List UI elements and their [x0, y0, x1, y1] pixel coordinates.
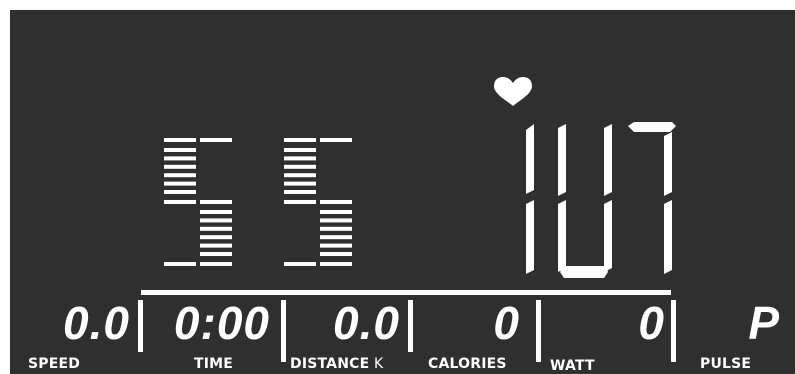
program-digit-1: [164, 138, 232, 266]
heart-icon: [494, 77, 532, 106]
program-level-display: [164, 138, 352, 266]
distance-value: 0.0: [333, 297, 400, 349]
pulse-value: P: [748, 297, 780, 349]
display-separator-line: [141, 290, 671, 295]
divider-watt-pulse: [671, 300, 676, 362]
watt-label: WATT: [550, 358, 595, 374]
speed-value: 0.0: [63, 297, 130, 349]
lcd-console-display: 55 107 0.0 0:00 0.0 0 0 P: [10, 10, 795, 374]
divider-speed-time: [138, 300, 143, 352]
divider-distance-calories: [408, 300, 413, 352]
time-value: 0:00: [173, 297, 270, 349]
distance-label: DISTANCE: [290, 356, 370, 372]
divider-time-distance: [281, 300, 286, 362]
calories-value: 0: [493, 297, 520, 349]
program-digit-2: [284, 138, 352, 266]
calories-label: CALORIES: [428, 356, 507, 372]
speed-label: SPEED: [28, 356, 81, 372]
watt-value: 0: [638, 297, 665, 349]
pulse-digit-1: [526, 124, 534, 274]
pulse-label: PULSE: [700, 356, 752, 372]
pulse-digit-7: [628, 122, 676, 274]
pulse-large-display: [526, 122, 676, 278]
divider-calories-watt: [536, 300, 541, 362]
distance-unit-label: K: [374, 356, 384, 372]
pulse-digit-0: [558, 124, 612, 278]
time-label: TIME: [194, 356, 234, 372]
